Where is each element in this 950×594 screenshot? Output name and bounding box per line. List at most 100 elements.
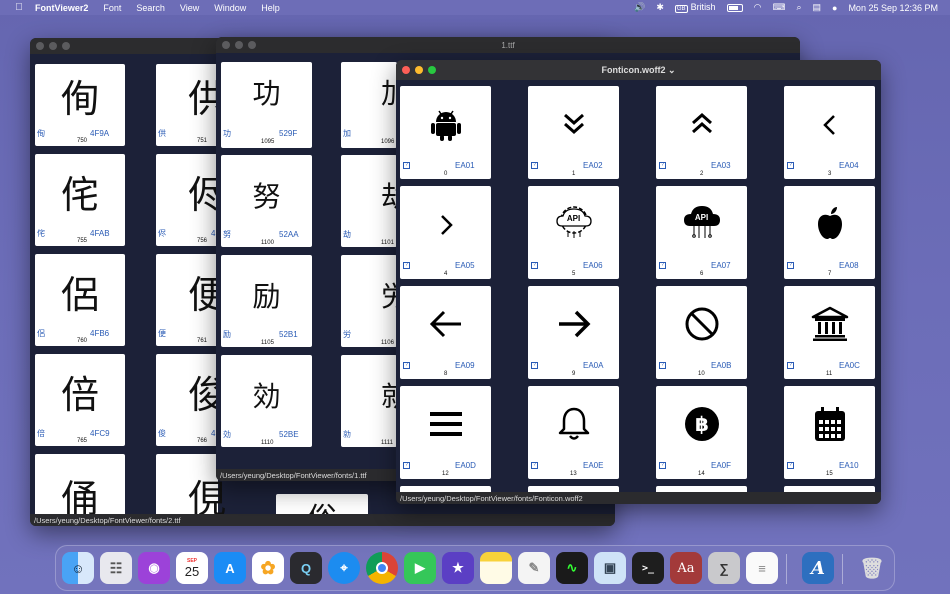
window-fonticon-titlebar[interactable]: Fonticon.woff2 ⌄	[396, 60, 881, 80]
close-button[interactable]	[36, 42, 44, 50]
icon-card[interactable]: ? EA01 0	[400, 86, 491, 179]
podcasts-icon[interactable]: ◉	[138, 552, 170, 584]
glyph-card[interactable]: 努 努 52AA 1100	[221, 155, 312, 247]
finder-icon[interactable]: ☺	[62, 552, 94, 584]
facetime-icon[interactable]: ▶	[404, 552, 436, 584]
icon-card[interactable]: API ? EA06 5	[528, 186, 619, 279]
icon-code: EA02	[583, 161, 603, 170]
glyph-card[interactable]: 効 効 52BE 1110	[221, 355, 312, 447]
icon-card[interactable]: ? EA0A 9	[528, 286, 619, 379]
glyph-card[interactable]: 功 功 529F 1095	[221, 62, 312, 148]
minimize-button[interactable]	[415, 66, 423, 74]
glyph-card[interactable]: 侘 侘 4FAB 755	[35, 154, 125, 246]
glyph-card[interactable]: 励 励 52B1 1105	[221, 255, 312, 347]
glyph-card[interactable]: 倍 倍 4FC9 765	[35, 354, 125, 446]
glyph-card[interactable]: 侭 侭 4 756	[156, 154, 226, 246]
glyph-card[interactable]: 便 便 761	[156, 254, 226, 346]
glyph-card[interactable]: 劫 劫 1101	[341, 155, 409, 247]
glyph-card[interactable]: 労 労 1106	[341, 255, 409, 347]
icon-card[interactable]: ? EA05 4	[400, 186, 491, 279]
terminal-icon[interactable]: >_	[632, 552, 664, 584]
glyph-card[interactable]: 侶 侶 4FB6 760	[35, 254, 125, 346]
notes-icon[interactable]	[480, 552, 512, 584]
icon-code: EA0E	[583, 461, 604, 470]
preview-icon[interactable]: ▣	[594, 552, 626, 584]
keyboard-icon[interactable]: ⌨	[772, 2, 785, 13]
glyph-card[interactable]: 俑	[35, 454, 125, 514]
imovie-icon[interactable]: ★	[442, 552, 474, 584]
app-store-icon[interactable]: A	[214, 552, 246, 584]
apple-menu-icon[interactable]: 	[10, 2, 28, 13]
glyph-card[interactable]: 俔	[156, 454, 226, 514]
bluetooth-icon[interactable]: ✱	[656, 2, 664, 13]
icon-card[interactable]: API ? EA07 6	[656, 186, 747, 279]
icon-code: EA06	[583, 261, 603, 270]
window-title[interactable]: Fonticon.woff2 ⌄	[601, 65, 675, 76]
menu-font[interactable]: Font	[103, 3, 121, 13]
minimize-button[interactable]	[49, 42, 57, 50]
activity-monitor-icon[interactable]: ∿	[556, 552, 588, 584]
icon-card[interactable]: ? EA09 8	[400, 286, 491, 379]
icon-card[interactable]: ? EA10 15	[784, 386, 875, 479]
dock: ☺ ☷ ◉ SEP 25 A ✿ Q ⌖ ▶ ★ ✎ ∿ ▣ >_ Aa ∑ ≡…	[55, 545, 895, 591]
glyph-index: 1106	[381, 340, 394, 346]
glyph-grid-fonticon[interactable]: ? EA01 0 ? EA02 1 ? EA03 2 ? EA04 3 ? EA…	[396, 80, 881, 492]
zoom-button[interactable]	[428, 66, 436, 74]
textedit-icon[interactable]: ≡	[746, 552, 778, 584]
glyph-code: 4F9A	[90, 129, 110, 138]
trash-icon[interactable]: 🗑	[856, 552, 888, 584]
menu-search[interactable]: Search	[136, 3, 165, 13]
minimize-button[interactable]	[235, 41, 243, 49]
icon-card[interactable]: ? EA04 3	[784, 86, 875, 179]
chrome-icon[interactable]	[366, 552, 398, 584]
menu-view[interactable]: View	[180, 3, 199, 13]
wifi-icon[interactable]: ◠	[754, 2, 762, 13]
quicktime-icon[interactable]: Q	[290, 552, 322, 584]
photos-icon[interactable]: ✿	[252, 552, 284, 584]
calculator-icon[interactable]: ∑	[708, 552, 740, 584]
control-center-icon[interactable]: ▤	[812, 2, 821, 13]
glyph-card[interactable]: 加 加 1096	[341, 62, 409, 148]
icon-code: EA10	[839, 461, 859, 470]
menu-window[interactable]: Window	[214, 3, 246, 13]
zoom-button[interactable]	[62, 42, 70, 50]
script-editor-icon[interactable]: ✎	[518, 552, 550, 584]
glyph-card[interactable]: 供 供 751	[156, 64, 226, 146]
dictionary-icon[interactable]: Aa	[670, 552, 702, 584]
battery-icon[interactable]	[726, 3, 743, 12]
fontviewer-icon[interactable]: A	[802, 552, 834, 584]
icon-card[interactable]: ? EA0C 11	[784, 286, 875, 379]
zoom-button[interactable]	[248, 41, 256, 49]
calendar-icon[interactable]: SEP 25	[176, 552, 208, 584]
glyph-card[interactable]: 侚 侚 4F9A 750	[35, 64, 125, 146]
glyph-code: 4FC9	[90, 429, 110, 438]
icon-card[interactable]: ? EA03 2	[656, 86, 747, 179]
icon-index: 2	[700, 171, 704, 177]
icon-card[interactable]: ? EA0B 10	[656, 286, 747, 379]
menu-help[interactable]: Help	[261, 3, 280, 13]
siri-icon[interactable]: ●	[832, 3, 837, 13]
glyph-card[interactable]: 俊 俊 4 766	[156, 354, 226, 446]
icon-card[interactable]: ? EA0D 12	[400, 386, 491, 479]
volume-icon[interactable]: 🔊	[634, 2, 645, 13]
window-1ttf-titlebar[interactable]: 1.ttf	[216, 37, 800, 53]
safari-icon[interactable]: ⌖	[328, 552, 360, 584]
input-source-badge: GB	[674, 5, 688, 13]
close-button[interactable]	[222, 41, 230, 49]
glyph-index: 1110	[261, 440, 274, 446]
glyph-code: 52AA	[279, 230, 299, 239]
input-source-menu[interactable]: GB British	[674, 2, 716, 13]
launchpad-icon[interactable]: ☷	[100, 552, 132, 584]
glyph-char: 努	[223, 230, 231, 239]
glyph-card[interactable]: 勍 勍 1111	[341, 355, 409, 447]
icon-card[interactable]: ? EA08 7	[784, 186, 875, 279]
glyph-card[interactable]: 俗	[276, 494, 368, 514]
icon-card[interactable]: ? EA0E 13	[528, 386, 619, 479]
close-button[interactable]	[402, 66, 410, 74]
clock[interactable]: Mon 25 Sep 12:36 PM	[848, 3, 938, 13]
icon-card[interactable]: ฿ ? EA0F 14	[656, 386, 747, 479]
icon-card[interactable]: ? EA02 1	[528, 86, 619, 179]
spotlight-icon[interactable]: ⌕	[796, 2, 801, 13]
app-menu[interactable]: FontViewer2	[35, 3, 88, 13]
status-path: /Users/yeung/Desktop/FontViewer/fonts/2.…	[30, 514, 615, 526]
